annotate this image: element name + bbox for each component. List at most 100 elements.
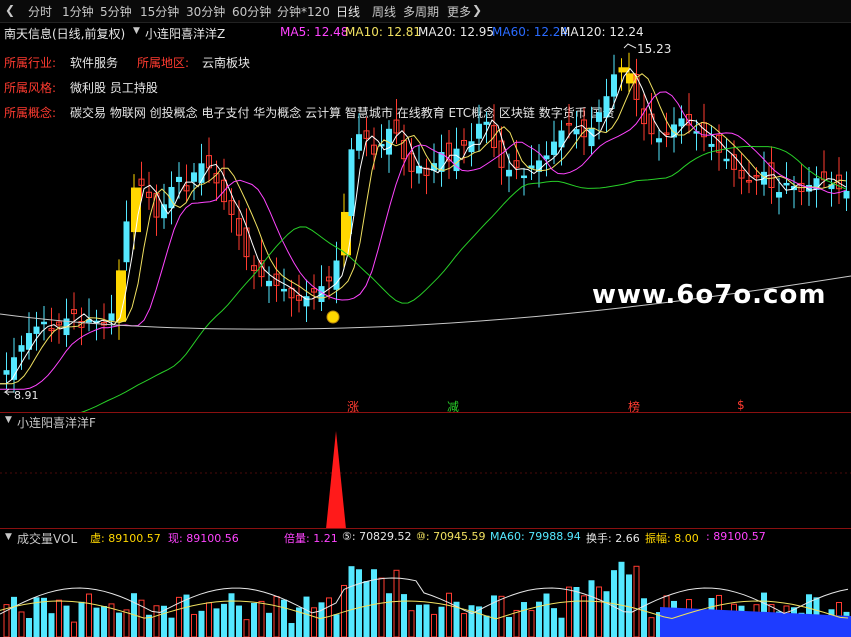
volume-bar	[461, 613, 467, 637]
vol-ma5: ⑤: 70829.52	[342, 530, 412, 543]
volume-bar	[558, 617, 565, 637]
volume-bar	[356, 569, 362, 637]
dropdown-icon[interactable]: ▼	[5, 532, 12, 542]
volume-bar	[183, 594, 190, 637]
volume-bar	[596, 586, 602, 637]
signal-spike	[326, 431, 346, 529]
candle-body	[776, 192, 782, 198]
watermark: www.6o7o.com	[592, 280, 827, 310]
volume-bar	[618, 561, 625, 637]
volume-bar	[168, 617, 175, 637]
candle-body	[708, 143, 715, 147]
volume-bar	[363, 581, 370, 637]
volume-bar	[266, 612, 272, 637]
volume-bar	[318, 602, 325, 637]
candle-body	[41, 321, 47, 325]
volume-bar	[408, 610, 415, 637]
volume-bar	[56, 599, 62, 637]
volume-bar	[206, 602, 212, 637]
candle-body	[611, 74, 617, 97]
volume-bar	[146, 614, 152, 637]
volume-bar	[633, 565, 640, 637]
candle-body	[618, 67, 629, 73]
candle-body	[266, 280, 272, 287]
candle-body	[543, 155, 550, 160]
candle-body	[483, 121, 490, 125]
volume-bar	[438, 606, 445, 637]
volume-bar	[86, 593, 92, 637]
low-price-label: 8.91	[14, 389, 39, 402]
volume-bar	[303, 596, 310, 637]
candle-body	[348, 149, 355, 217]
candle-body	[783, 182, 790, 186]
volume-bar	[281, 599, 287, 637]
candle-body	[33, 326, 40, 334]
volume-bar	[41, 597, 47, 637]
candle-body	[281, 288, 287, 292]
signal-chart	[0, 431, 851, 529]
volume-bar	[116, 612, 122, 637]
vol-ma10: ⑩: 70945.59	[416, 530, 486, 543]
candle-body	[176, 176, 182, 182]
volume-bar	[48, 613, 55, 637]
volume-bar	[243, 619, 250, 637]
volume-bar	[63, 605, 70, 637]
candle-body	[603, 96, 610, 118]
volume-bar	[603, 591, 610, 637]
divider	[0, 528, 851, 529]
candle-body	[551, 141, 557, 155]
volume-bar	[93, 607, 100, 637]
volume-bar	[543, 593, 550, 637]
volume-bar	[26, 618, 32, 637]
candle-body	[843, 190, 850, 199]
volume-bar	[393, 569, 400, 637]
candle-body	[123, 221, 130, 263]
candle-body	[108, 313, 115, 321]
volume-bar	[416, 604, 422, 637]
candle-body	[656, 138, 662, 143]
volume-bar	[641, 598, 647, 637]
volume-bar	[11, 596, 17, 637]
volume-bar	[506, 616, 512, 637]
volume-bar	[528, 610, 535, 637]
candle-body	[506, 169, 512, 177]
volume-chart	[0, 561, 851, 637]
volume-bar	[536, 601, 542, 637]
volume-bar	[71, 621, 77, 637]
vol-last: : 89100.57	[706, 530, 766, 543]
candle-body	[476, 123, 482, 139]
candle-body	[521, 175, 527, 179]
volume-bar	[378, 577, 385, 637]
price-chart[interactable]	[0, 0, 851, 412]
volume-bar	[18, 611, 25, 637]
volume-bar	[213, 608, 220, 637]
candle-body	[191, 172, 197, 182]
candle-body	[723, 158, 730, 162]
volume-bar	[258, 600, 265, 637]
volume-bar	[566, 586, 572, 637]
volume-bar	[521, 602, 527, 637]
high-price-label: 15.23	[637, 42, 672, 56]
volume-bar	[228, 593, 235, 637]
volume-bar	[483, 615, 490, 637]
signal-dollar: $	[737, 398, 745, 412]
volume-bar	[33, 597, 40, 637]
volume-bar	[101, 606, 107, 637]
volume-bar	[513, 609, 520, 637]
volume-bar	[236, 605, 242, 637]
volume-bar	[153, 605, 160, 637]
candle-body	[18, 345, 25, 352]
volume-bar	[191, 613, 197, 637]
volume-bar	[251, 602, 257, 637]
volume-bar	[581, 595, 587, 637]
vol-ma60: MA60: 79988.94	[490, 530, 581, 543]
candle-body	[356, 134, 362, 151]
volume-bar	[573, 587, 580, 637]
volume-bar	[288, 623, 295, 637]
volume-bar	[273, 596, 280, 637]
candle-body	[588, 127, 595, 147]
volume-bar	[221, 603, 227, 637]
volume-bar	[348, 566, 355, 637]
candle-body	[573, 129, 580, 135]
volume-bar	[446, 592, 452, 637]
